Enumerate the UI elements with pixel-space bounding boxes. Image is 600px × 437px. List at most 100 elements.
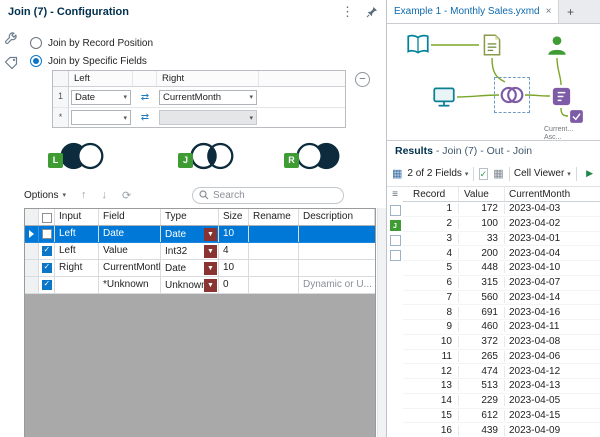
result-row[interactable]: 16 439 2023-04-09 xyxy=(403,423,600,437)
left-anchor-badge: L xyxy=(48,153,63,168)
select-all-checkbox[interactable] xyxy=(42,213,52,223)
row-checkbox[interactable] xyxy=(42,280,52,290)
radio-circle-icon[interactable] xyxy=(30,55,42,67)
results-header: Results - Join (7) - Out - Join xyxy=(387,141,600,161)
remove-join-field-button[interactable]: − xyxy=(355,72,370,87)
row-checkbox[interactable] xyxy=(42,263,52,273)
type-dropdown-icon[interactable]: ▼ xyxy=(204,245,217,258)
type-dropdown-icon[interactable]: ▼ xyxy=(204,279,217,292)
tool-documentation[interactable] xyxy=(405,32,431,58)
type-dropdown-icon[interactable]: ▼ xyxy=(204,228,217,241)
radio-join-by-specific-fields[interactable]: Join by Specific Fields xyxy=(30,54,147,68)
grid-options-icon[interactable]: ▦ xyxy=(493,167,503,180)
grid-row[interactable]: Right CurrentMonth Date▼ 10 xyxy=(25,260,375,277)
swap-fields-icon[interactable]: ⇄ xyxy=(133,112,157,123)
result-row[interactable]: 3 33 2023-04-01 xyxy=(403,232,600,247)
venn-left-icon xyxy=(59,140,107,172)
row-checkbox[interactable] xyxy=(42,246,52,256)
result-row[interactable]: 7 560 2023-04-14 xyxy=(403,291,600,306)
anchor-left-icon[interactable] xyxy=(390,205,401,216)
cell-viewer-dropdown[interactable]: Cell Viewer▾ xyxy=(514,168,571,179)
tag-icon[interactable] xyxy=(4,56,18,70)
results-toolbar: ▦ 2 of 2 Fields▾ ✓ ▦ Cell Viewer▾ ▶ xyxy=(387,161,600,187)
scrollbar-track[interactable] xyxy=(377,208,386,437)
new-tab-button[interactable]: + xyxy=(559,0,581,23)
radio-circle-icon[interactable] xyxy=(30,37,42,49)
kebab-menu-icon[interactable]: ⋮ xyxy=(341,4,354,20)
tool-browse[interactable] xyxy=(431,84,457,110)
anchor-join-icon[interactable]: J xyxy=(390,220,401,231)
col-header-rename: Rename xyxy=(249,209,299,225)
expand-panel-icon[interactable]: ▶ xyxy=(586,168,593,179)
monitor-icon xyxy=(431,84,457,110)
result-row[interactable]: 11 265 2023-04-06 xyxy=(403,350,600,365)
grid-row[interactable]: *Unknown Unknown▼ 0 Dynamic or U... xyxy=(25,277,375,294)
swap-fields-icon[interactable]: ⇄ xyxy=(133,92,157,103)
workflow-canvas[interactable]: Current... Asc... xyxy=(387,24,600,140)
table-view-icon[interactable]: ▦ xyxy=(392,167,402,180)
results-table: Record Value CurrentMonth 1 172 2023-04-… xyxy=(403,187,600,437)
close-tab-icon[interactable]: × xyxy=(546,6,552,17)
join-field-row: 1 Date▾ ⇄ CurrentMonth▾ xyxy=(53,87,345,107)
tool-user[interactable] xyxy=(544,32,570,58)
grid-header-row: Input Field Type Size Rename Description xyxy=(25,209,375,226)
left-field-dropdown[interactable]: ▾ xyxy=(71,110,131,125)
right-output-venn: R xyxy=(284,138,344,174)
tool-join-selected[interactable] xyxy=(499,82,525,108)
move-up-icon[interactable]: ↑ xyxy=(81,189,87,201)
col-header-currentmonth[interactable]: CurrentMonth xyxy=(505,187,600,201)
results-panel: Results - Join (7) - Out - Join ▦ 2 of 2… xyxy=(387,140,600,437)
metadata-toggle-icon[interactable]: ≡ xyxy=(389,189,401,201)
anchor-output-icon[interactable] xyxy=(390,250,401,261)
right-field-dropdown[interactable]: ▾ xyxy=(159,110,257,125)
move-down-icon[interactable]: ↓ xyxy=(101,189,107,201)
refresh-icon[interactable]: ⟳ xyxy=(122,189,131,202)
data-quality-icon[interactable]: ✓ xyxy=(479,168,489,180)
input-file-icon xyxy=(479,32,505,58)
radio-join-by-record-position[interactable]: Join by Record Position xyxy=(30,36,153,50)
tab-monthly-sales[interactable]: Example 1 - Monthly Sales.yxmd × xyxy=(387,0,559,23)
tool-select[interactable] xyxy=(568,108,585,125)
venn-right-icon xyxy=(295,140,343,172)
anchor-right-icon[interactable] xyxy=(390,235,401,246)
row-pointer-icon xyxy=(29,230,34,238)
chevron-down-icon: ▾ xyxy=(123,114,127,122)
field-configuration-grid: Input Field Type Size Rename Description… xyxy=(24,208,376,437)
tool-text-input[interactable] xyxy=(479,32,505,58)
wrench-icon[interactable] xyxy=(4,32,18,46)
result-row[interactable]: 8 691 2023-04-16 xyxy=(403,305,600,320)
grid-row[interactable]: Left Date Date▼ 10 xyxy=(25,226,375,243)
pin-icon[interactable] xyxy=(366,6,378,18)
right-field-dropdown[interactable]: CurrentMonth▾ xyxy=(159,90,257,105)
result-row[interactable]: 12 474 2023-04-12 xyxy=(403,364,600,379)
result-row[interactable]: 15 612 2023-04-15 xyxy=(403,409,600,424)
result-row[interactable]: 10 372 2023-04-08 xyxy=(403,335,600,350)
col-header-value[interactable]: Value xyxy=(459,187,505,201)
result-row[interactable]: 5 448 2023-04-10 xyxy=(403,261,600,276)
result-row[interactable]: 14 229 2023-04-05 xyxy=(403,394,600,409)
result-row[interactable]: 4 200 2023-04-04 xyxy=(403,246,600,261)
left-output-venn: L xyxy=(48,138,108,174)
result-row[interactable]: 6 315 2023-04-07 xyxy=(403,276,600,291)
col-header-size: Size xyxy=(219,209,249,225)
col-header-record[interactable]: Record xyxy=(403,187,459,201)
left-field-dropdown[interactable]: Date▾ xyxy=(71,90,131,105)
grid-empty-area xyxy=(25,294,375,437)
result-row[interactable]: 1 172 2023-04-03 xyxy=(403,202,600,217)
row-checkbox[interactable] xyxy=(42,229,52,239)
result-row[interactable]: 13 513 2023-04-13 xyxy=(403,379,600,394)
type-dropdown-icon[interactable]: ▼ xyxy=(204,262,217,275)
col-header-type: Type xyxy=(161,209,219,225)
join-venn-icon xyxy=(499,82,525,108)
select-icon xyxy=(568,108,585,125)
options-button[interactable]: Options▾ xyxy=(24,190,66,201)
join-field-row: * ▾ ⇄ ▾ xyxy=(53,107,345,127)
grid-row[interactable]: Left Value Int32▼ 4 xyxy=(25,243,375,260)
right-anchor-badge: R xyxy=(284,153,299,168)
search-input[interactable] xyxy=(213,190,337,201)
tool-sort[interactable] xyxy=(550,85,573,108)
chevron-down-icon: ▾ xyxy=(465,170,469,178)
result-row[interactable]: 2 100 2023-04-02 xyxy=(403,217,600,232)
fields-dropdown[interactable]: 2 of 2 Fields▾ xyxy=(407,168,468,179)
result-row[interactable]: 9 460 2023-04-11 xyxy=(403,320,600,335)
